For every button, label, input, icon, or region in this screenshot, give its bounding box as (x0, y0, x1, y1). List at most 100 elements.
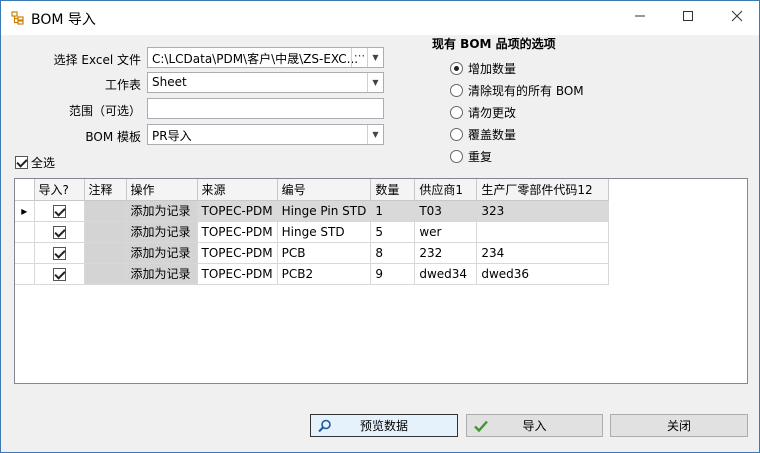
checkbox-icon (15, 156, 28, 169)
import-cell[interactable] (34, 242, 85, 264)
option-label: 请勿更改 (468, 105, 517, 120)
file-dropdown-button[interactable]: ▼ (367, 48, 383, 67)
select-all-label: 全选 (31, 156, 56, 170)
note-cell[interactable] (84, 221, 127, 243)
column-header-part-code[interactable]: 生产厂零部件代码12 (476, 179, 610, 201)
quantity-cell: 8 (370, 242, 416, 264)
maximize-icon (683, 11, 693, 21)
close-window-button[interactable] (726, 7, 748, 29)
grid-header-row: 导入? 注释 操作 来源 编号 数量 供应商1 生产厂零部件代码12 (15, 179, 610, 201)
bom-grid[interactable]: 导入? 注释 操作 来源 编号 数量 供应商1 生产厂零部件代码12 ▸ 添加为… (14, 178, 748, 384)
column-header-source[interactable]: 来源 (197, 179, 278, 201)
part-code-cell: 323 (476, 200, 610, 222)
quantity-cell: 5 (370, 221, 416, 243)
maximize-button[interactable] (677, 7, 699, 29)
note-cell[interactable] (84, 263, 127, 285)
table-row[interactable]: 添加为记录 TOPEC-PDM PCB2 9 dwed34 dwed36 (15, 263, 610, 285)
browse-button[interactable]: ··· (351, 48, 367, 67)
worksheet-select[interactable]: Sheet ▼ (147, 72, 384, 93)
excel-file-path: C:\LCData\PDM\客户\中晟\ZS-EXC... (152, 52, 359, 66)
option-overwrite-quantity[interactable]: 覆盖数量 (450, 125, 516, 143)
chevron-down-icon: ▼ (372, 53, 379, 62)
action-cell: 添加为记录 (126, 200, 198, 222)
template-dropdown-button[interactable]: ▼ (367, 125, 383, 144)
radio-icon (450, 149, 463, 163)
template-select[interactable]: PR导入 ▼ (147, 124, 384, 145)
column-header-number[interactable]: 编号 (277, 179, 372, 201)
option-label: 清除现有的所有 BOM (468, 83, 584, 98)
worksheet-value: Sheet (152, 75, 187, 89)
ellipsis-icon: ··· (353, 49, 366, 63)
import-cell[interactable] (34, 221, 85, 243)
source-cell: TOPEC-PDM (197, 242, 278, 264)
source-cell: TOPEC-PDM (197, 221, 278, 243)
supplier-cell: 232 (414, 242, 478, 264)
chevron-down-icon: ▼ (372, 78, 379, 87)
radio-icon (450, 127, 463, 141)
row-indicator (15, 263, 35, 285)
option-duplicate[interactable]: 重复 (450, 147, 492, 165)
column-header-note[interactable]: 注释 (84, 179, 127, 201)
option-do-not-change[interactable]: 请勿更改 (450, 103, 516, 121)
column-header-import[interactable]: 导入? (34, 179, 85, 201)
option-label: 重复 (468, 149, 493, 164)
quantity-cell: 1 (370, 200, 416, 222)
number-cell: Hinge Pin STD (277, 200, 372, 222)
number-cell: PCB (277, 242, 372, 264)
row-indicator (15, 221, 35, 243)
column-header-action[interactable]: 操作 (126, 179, 198, 201)
template-label: BOM 模板 (85, 130, 141, 144)
import-cell[interactable] (34, 263, 85, 285)
select-all-checkbox[interactable]: 全选 (15, 154, 55, 171)
table-row[interactable]: 添加为记录 TOPEC-PDM PCB 8 232 234 (15, 242, 610, 264)
radio-icon (450, 105, 463, 119)
radio-icon (450, 83, 463, 97)
window-title: BOM 导入 (31, 12, 96, 28)
bom-import-dialog: BOM 导入 选择 Excel 文件 C:\LCData\PDM\客户\中晟\Z… (0, 0, 760, 453)
row-indicator-header (15, 179, 35, 201)
close-icon (731, 10, 743, 22)
range-input[interactable] (147, 98, 384, 119)
table-row[interactable]: 添加为记录 TOPEC-PDM Hinge STD 5 wer (15, 221, 610, 243)
action-cell: 添加为记录 (126, 263, 198, 285)
checkmark-icon (474, 420, 488, 433)
part-code-cell: 234 (476, 242, 610, 264)
checkbox-icon (52, 246, 66, 260)
worksheet-label: 工作表 (104, 78, 141, 92)
current-row-indicator: ▸ (15, 200, 35, 222)
option-label: 增加数量 (468, 61, 517, 76)
column-header-supplier1[interactable]: 供应商1 (414, 179, 478, 201)
excel-file-field[interactable]: C:\LCData\PDM\客户\中晟\ZS-EXC... ··· ▼ (147, 47, 384, 68)
quantity-cell: 9 (370, 263, 416, 285)
import-button[interactable]: 导入 (466, 414, 603, 437)
preview-data-label: 预览数据 (359, 419, 408, 433)
close-button[interactable]: 关闭 (610, 414, 748, 437)
bom-table: 导入? 注释 操作 来源 编号 数量 供应商1 生产厂零部件代码12 ▸ 添加为… (15, 179, 610, 285)
column-header-quantity[interactable]: 数量 (370, 179, 416, 201)
worksheet-dropdown-button[interactable]: ▼ (367, 73, 383, 92)
import-cell[interactable] (34, 200, 85, 222)
note-cell[interactable] (84, 200, 127, 222)
row-indicator (15, 242, 35, 264)
number-cell: PCB2 (277, 263, 372, 285)
supplier-cell: dwed34 (414, 263, 478, 285)
import-label: 导入 (522, 419, 547, 433)
close-label: 关闭 (666, 419, 691, 433)
source-cell: TOPEC-PDM (197, 200, 278, 222)
source-cell: TOPEC-PDM (197, 263, 278, 285)
preview-data-button[interactable]: 预览数据 (310, 414, 458, 437)
minimize-button[interactable] (629, 7, 651, 29)
options-title: 现有 BOM 品项的选项 (432, 37, 556, 51)
option-clear-all-bom[interactable]: 清除现有的所有 BOM (450, 81, 584, 99)
checkbox-icon (52, 267, 66, 281)
supplier-cell: T03 (414, 200, 478, 222)
radio-icon (450, 61, 463, 75)
supplier-cell: wer (414, 221, 478, 243)
excel-file-label: 选择 Excel 文件 (53, 53, 141, 67)
option-label: 覆盖数量 (468, 127, 517, 142)
minimize-icon (635, 15, 645, 17)
option-increase-quantity[interactable]: 增加数量 (450, 59, 516, 77)
table-row[interactable]: ▸ 添加为记录 TOPEC-PDM Hinge Pin STD 1 T03 32… (15, 200, 610, 222)
checkbox-icon (52, 204, 66, 218)
note-cell[interactable] (84, 242, 127, 264)
